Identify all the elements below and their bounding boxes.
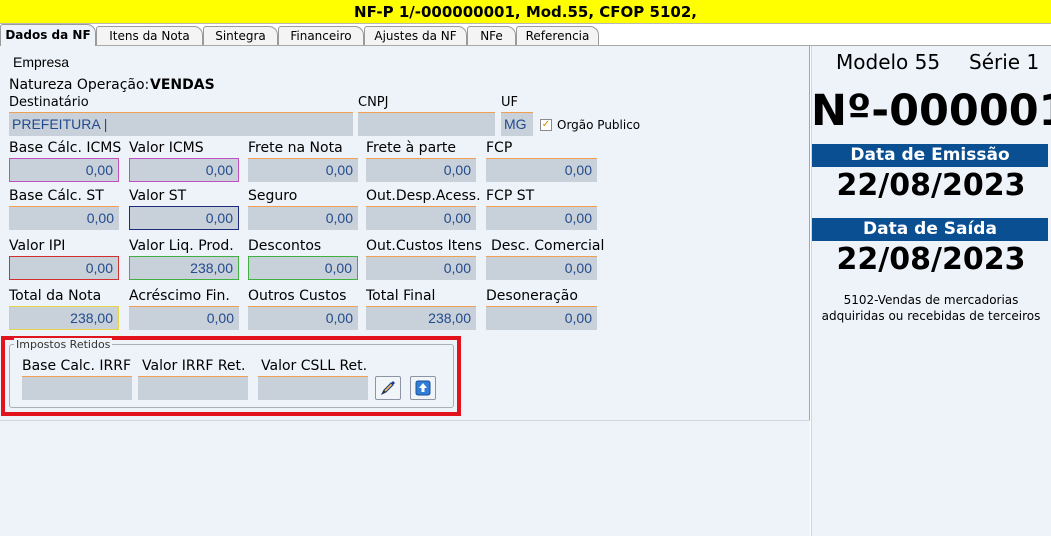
valor-icms-label: Valor ICMS: [129, 140, 204, 156]
upload-button[interactable]: [410, 376, 436, 400]
acrescimo-field[interactable]: 0,00: [129, 306, 239, 330]
out-custos-field[interactable]: 0,00: [366, 256, 476, 280]
desc-comercial-label: Desc. Comercial: [491, 238, 605, 254]
tab-ajustes-da-nf[interactable]: Ajustes da NF: [364, 26, 467, 45]
valor-ipi-label: Valor IPI: [9, 238, 66, 254]
tab-referencia[interactable]: Referencia: [516, 26, 599, 45]
descontos-label: Descontos: [248, 238, 322, 254]
valor-st-field[interactable]: 0,00: [129, 206, 239, 230]
valor-irrf-label: Valor IRRF Ret.: [142, 358, 246, 374]
valor-st-label: Valor ST: [129, 188, 187, 204]
valor-ipi-field[interactable]: 0,00: [9, 256, 119, 280]
base-irrf-label: Base Calc. IRRF: [22, 358, 132, 374]
frete-parte-label: Frete à parte: [366, 140, 457, 156]
frete-nota-field[interactable]: 0,00: [248, 158, 358, 182]
data-saida-value: 22/08/2023: [836, 242, 1026, 277]
outros-custos-field[interactable]: 0,00: [248, 306, 358, 330]
natureza-label: Natureza Operação:: [9, 77, 150, 93]
out-desp-field[interactable]: 0,00: [366, 206, 476, 230]
valor-liq-label: Valor Liq. Prod.: [129, 238, 234, 254]
data-emissao-header: Data de Emissão: [812, 144, 1048, 167]
descontos-field[interactable]: 0,00: [248, 256, 358, 280]
desoneracao-field[interactable]: 0,00: [486, 306, 597, 330]
upload-arrow-icon: [415, 380, 431, 396]
base-icms-label: Base Cálc. ICMS: [9, 140, 122, 156]
destinatario-field[interactable]: PREFEITURA |: [9, 112, 353, 136]
destinatario-label: Destinatário: [9, 95, 89, 110]
nota-number: Nº-000001: [811, 86, 1051, 136]
tab-itens-da-nota[interactable]: Itens da Nota: [96, 26, 203, 45]
cnpj-label: CNPJ: [358, 95, 389, 110]
fcp-st-label: FCP ST: [486, 188, 535, 204]
window-title: NF-P 1/-000000001, Mod.55, CFOP 5102,: [0, 0, 1051, 24]
orgao-publico-label: Orgão Publico: [557, 118, 641, 132]
seguro-label: Seguro: [248, 188, 298, 204]
base-st-label: Base Cálc. ST: [9, 188, 104, 204]
total-nota-label: Total da Nota: [9, 288, 102, 304]
total-nota-field[interactable]: 238,00: [9, 306, 119, 330]
serie-label: Série 1: [969, 50, 1040, 74]
valor-irrf-field[interactable]: [138, 376, 248, 400]
frete-parte-field[interactable]: 0,00: [366, 158, 476, 182]
desc-comercial-field[interactable]: 0,00: [486, 256, 597, 280]
total-final-field[interactable]: 238,00: [366, 306, 476, 330]
seguro-field[interactable]: 0,00: [248, 206, 358, 230]
valor-icms-field[interactable]: 0,00: [129, 158, 239, 182]
tab-nfe[interactable]: NFe: [467, 26, 516, 45]
outros-custos-label: Outros Custos: [248, 288, 347, 304]
data-saida-header: Data de Saída: [812, 218, 1048, 241]
modelo-label: Modelo 55: [836, 50, 941, 74]
natureza-value: VENDAS: [150, 77, 215, 93]
base-st-field[interactable]: 0,00: [9, 206, 119, 230]
fcp-label: FCP: [486, 140, 513, 156]
orgao-publico-checkbox[interactable]: ✓: [540, 119, 552, 131]
data-emissao-value: 22/08/2023: [836, 168, 1026, 203]
tab-strip: Dados da NF Itens da Nota Sintegra Finan…: [0, 24, 1051, 46]
total-final-label: Total Final: [366, 288, 436, 304]
cnpj-field[interactable]: [358, 112, 495, 136]
tab-sintegra[interactable]: Sintegra: [203, 26, 278, 45]
main-bottom-area: [0, 420, 810, 536]
frete-nota-label: Frete na Nota: [248, 140, 343, 156]
edit-button[interactable]: [375, 376, 401, 400]
out-custos-label: Out.Custos Itens: [366, 238, 482, 254]
impostos-retidos-title: Impostos Retidos: [14, 338, 113, 351]
base-icms-field[interactable]: 0,00: [9, 158, 119, 182]
cfop-description: 5102-Vendas de mercadorias adquiridas ou…: [821, 293, 1041, 323]
fcp-st-field[interactable]: 0,00: [486, 206, 597, 230]
acrescimo-label: Acréscimo Fin.: [129, 288, 230, 304]
desoneracao-label: Desoneração: [486, 288, 578, 304]
uf-field[interactable]: MG: [501, 112, 533, 136]
empresa-label: Empresa: [13, 54, 70, 70]
valor-csll-field[interactable]: [258, 376, 368, 400]
tab-financeiro[interactable]: Financeiro: [278, 26, 364, 45]
valor-csll-label: Valor CSLL Ret.: [261, 358, 368, 374]
valor-liq-field[interactable]: 238,00: [129, 256, 239, 280]
base-irrf-field[interactable]: [22, 376, 132, 400]
out-desp-label: Out.Desp.Acess.: [366, 188, 481, 204]
tab-dados-da-nf[interactable]: Dados da NF: [0, 24, 96, 46]
uf-label: UF: [501, 95, 518, 110]
fcp-field[interactable]: 0,00: [486, 158, 597, 182]
pencil-icon: [380, 381, 395, 396]
